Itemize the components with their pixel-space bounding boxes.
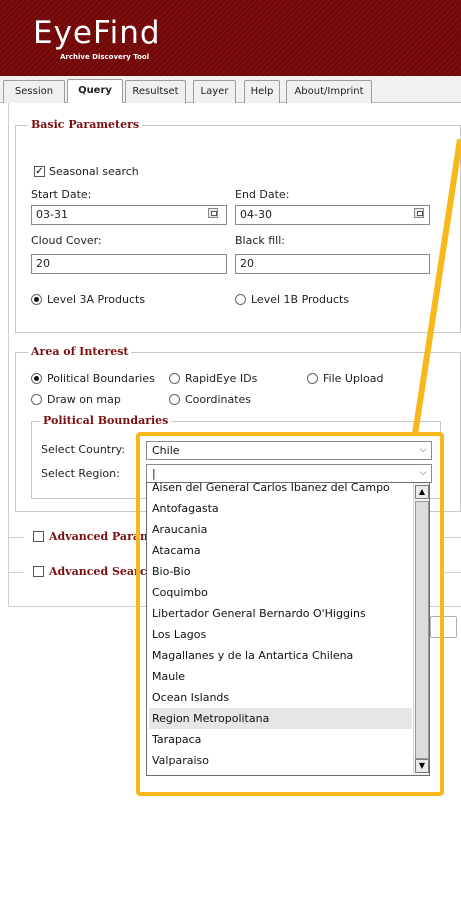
area-of-interest-legend: Area of Interest — [28, 345, 132, 358]
advanced-search-rule-right — [444, 572, 461, 573]
select-country-label: Select Country: — [41, 443, 126, 456]
basic-parameters-legend: Basic Parameters — [28, 118, 143, 131]
rapideye-ids-radio[interactable] — [169, 373, 180, 384]
level-3a-label: Level 3A Products — [47, 293, 146, 306]
file-upload-radio[interactable] — [307, 373, 318, 384]
tab-help[interactable]: Help — [244, 80, 280, 103]
rapideye-ids-label: RapidEye IDs — [185, 372, 258, 385]
highlight-box — [136, 432, 444, 796]
draw-on-map-radio[interactable] — [31, 394, 42, 405]
seasonal-search-label: Seasonal search — [49, 165, 139, 178]
level-3a-radio[interactable] — [31, 294, 42, 305]
tab-layer[interactable]: Layer — [193, 80, 236, 103]
file-upload-label: File Upload — [323, 372, 384, 385]
calendar-icon[interactable] — [414, 208, 424, 218]
start-date-label: Start Date: — [31, 188, 92, 201]
political-boundaries-label: Political Boundaries — [47, 372, 155, 385]
tab-about-imprint[interactable]: About/Imprint — [286, 80, 372, 103]
app-logo-subtitle: Archive Discovery Tool — [60, 53, 150, 61]
app-logo-title: EyeFind — [33, 15, 161, 51]
advanced-params-rule — [8, 537, 24, 538]
coordinates-radio[interactable] — [169, 394, 180, 405]
black-fill-label: Black fill: — [235, 234, 286, 247]
select-region-label: Select Region: — [41, 467, 120, 480]
advanced-params-rule-right — [444, 537, 461, 538]
political-boundaries-legend: Political Boundaries — [40, 414, 172, 427]
cloud-cover-input[interactable]: 20 — [31, 254, 227, 274]
level-1b-label: Level 1B Products — [251, 293, 350, 306]
seasonal-search-checkbox[interactable]: ✓ — [34, 166, 45, 177]
tab-bar: Session Query Resultset Layer Help About… — [0, 76, 461, 103]
calendar-icon[interactable] — [208, 208, 218, 218]
political-boundaries-radio[interactable] — [31, 373, 42, 384]
advanced-search-rule — [8, 572, 24, 573]
level-1b-radio[interactable] — [235, 294, 246, 305]
end-date-label: End Date: — [235, 188, 290, 201]
tab-resultset[interactable]: Resultset — [125, 80, 186, 103]
advanced-params-checkbox[interactable] — [33, 531, 44, 542]
end-date-input[interactable]: 04-30 — [235, 205, 430, 225]
black-fill-input[interactable]: 20 — [235, 254, 430, 274]
start-date-input[interactable]: 03-31 — [31, 205, 227, 225]
tab-query[interactable]: Query — [67, 79, 123, 103]
tab-session[interactable]: Session — [3, 80, 65, 103]
coordinates-label: Coordinates — [185, 393, 252, 406]
advanced-search-checkbox[interactable] — [33, 566, 44, 577]
draw-on-map-label: Draw on map — [47, 393, 121, 406]
cloud-cover-label: Cloud Cover: — [31, 234, 102, 247]
